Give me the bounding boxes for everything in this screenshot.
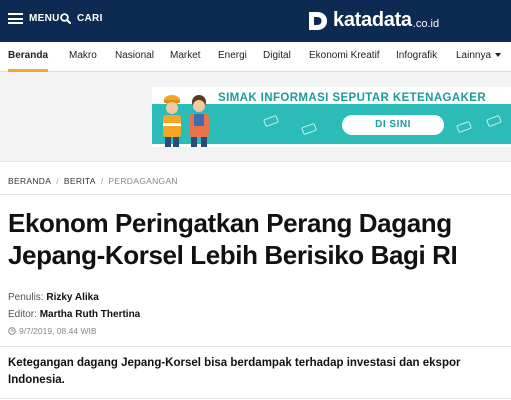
divider	[0, 398, 511, 399]
ad-container: SIMAK INFORMASI SEPUTAR KETENAGAKER DI S…	[0, 72, 511, 162]
nav-item-lainnya-label: Lainnya	[456, 50, 492, 61]
nav-item-nasional[interactable]: Nasional	[115, 42, 154, 72]
search-button[interactable]: CARI	[60, 13, 103, 24]
editor-name[interactable]: Martha Ruth Thertina	[40, 309, 141, 320]
breadcrumb: BERANDA / BERITA / PERDAGANGAN	[8, 176, 178, 186]
article-editor: Editor: Martha Ruth Thertina	[8, 309, 140, 320]
nav-item-lainnya[interactable]: Lainnya	[456, 42, 502, 72]
breadcrumb-berita[interactable]: BERITA	[64, 176, 96, 186]
article-writer: Penulis: Rizky Alika	[8, 292, 99, 303]
breadcrumb-current[interactable]: PERDAGANGAN	[108, 176, 177, 186]
divider	[0, 194, 511, 195]
article-title-line2: Jepang-Korsel Lebih Berisiko Bagi RI	[8, 240, 458, 270]
article-title-line1: Ekonom Peringatkan Perang Dagang	[8, 208, 452, 238]
editor-prefix: Editor:	[8, 309, 40, 320]
divider	[0, 346, 511, 347]
ad-cta-button[interactable]: DI SINI	[342, 115, 444, 135]
nav-item-beranda[interactable]: Beranda	[8, 42, 49, 72]
breadcrumb-separator: /	[100, 176, 104, 186]
logo-text: katadata	[333, 9, 412, 31]
writer-prefix: Penulis:	[8, 292, 47, 303]
site-logo[interactable]: katadata .co.id	[307, 9, 439, 32]
menu-button[interactable]: MENU	[8, 13, 60, 24]
ad-headline: SIMAK INFORMASI SEPUTAR KETENAGAKER	[218, 92, 487, 104]
breadcrumb-home[interactable]: BERANDA	[8, 176, 51, 186]
article-lead: Ketegangan dagang Jepang-Korsel bisa ber…	[8, 357, 461, 386]
nav-item-market[interactable]: Market	[170, 42, 201, 72]
nav-item-energi[interactable]: Energi	[218, 42, 247, 72]
workers-illustration	[163, 95, 209, 147]
nav-item-makro[interactable]: Makro	[69, 42, 97, 72]
nav-item-infografik[interactable]: Infografik	[396, 42, 437, 72]
nav-item-digital[interactable]: Digital	[263, 42, 291, 72]
caret-down-icon	[495, 53, 502, 57]
logo-suffix: .co.id	[412, 17, 440, 30]
breadcrumb-separator: /	[56, 176, 59, 186]
hamburger-icon	[8, 13, 23, 24]
ad-banner[interactable]: SIMAK INFORMASI SEPUTAR KETENAGAKER DI S…	[152, 87, 511, 147]
article-title: Ekonom Peringatkan Perang Dagang Jepang-…	[8, 207, 506, 271]
writer-name[interactable]: Rizky Alika	[46, 292, 98, 303]
article-date: 9/7/2019, 08.44 WIB	[8, 326, 97, 336]
logo-mark-icon	[309, 11, 327, 30]
menu-label: MENU	[29, 13, 60, 24]
search-label: CARI	[77, 13, 103, 24]
date-text: 9/7/2019, 08.44 WIB	[19, 326, 97, 336]
main-nav: Beranda Makro Nasional Market Energi Dig…	[0, 42, 511, 72]
search-icon	[60, 13, 71, 24]
nav-item-ekonomi-kreatif[interactable]: Ekonomi Kreatif	[309, 42, 380, 72]
clock-icon	[8, 327, 16, 335]
top-header: MENU CARI katadata .co.id	[0, 0, 511, 42]
